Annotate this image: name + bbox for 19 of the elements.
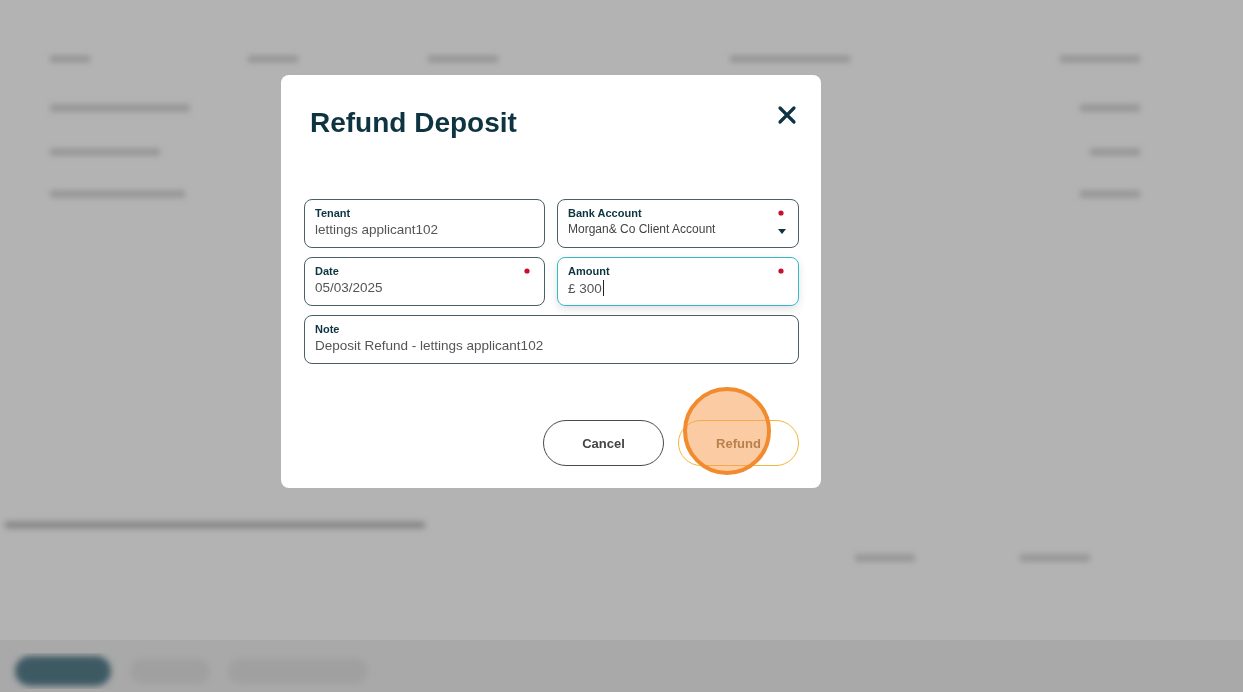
dialog-title: Refund Deposit xyxy=(310,107,517,139)
close-icon[interactable] xyxy=(777,105,797,125)
input-field[interactable]: Amount £ 300 xyxy=(557,257,799,306)
caret-icon[interactable] xyxy=(778,229,786,234)
field-label: Note xyxy=(315,323,340,335)
field-label: Amount xyxy=(568,265,610,277)
field-value: 05/03/2025 xyxy=(315,280,383,295)
field-label: Date xyxy=(315,265,339,277)
field-label: Bank Account xyxy=(568,207,642,219)
field-label: Tenant xyxy=(315,207,351,219)
input-field[interactable]: Bank Account Morgan& Co Client Account xyxy=(557,199,799,248)
field-value: Deposit Refund - lettings applicant102 xyxy=(315,338,544,353)
input-field[interactable]: Tenant lettings applicant102 xyxy=(304,199,545,248)
field-value: Morgan& Co Client Account xyxy=(568,222,716,236)
field-value: lettings applicant102 xyxy=(315,222,439,237)
field-value: £ 300 xyxy=(568,280,604,296)
input-field[interactable]: Note Deposit Refund - lettings applicant102 xyxy=(304,315,799,364)
cancel-button[interactable]: Cancel xyxy=(543,420,664,466)
input-field[interactable]: Date 05/03/2025 xyxy=(304,257,545,306)
